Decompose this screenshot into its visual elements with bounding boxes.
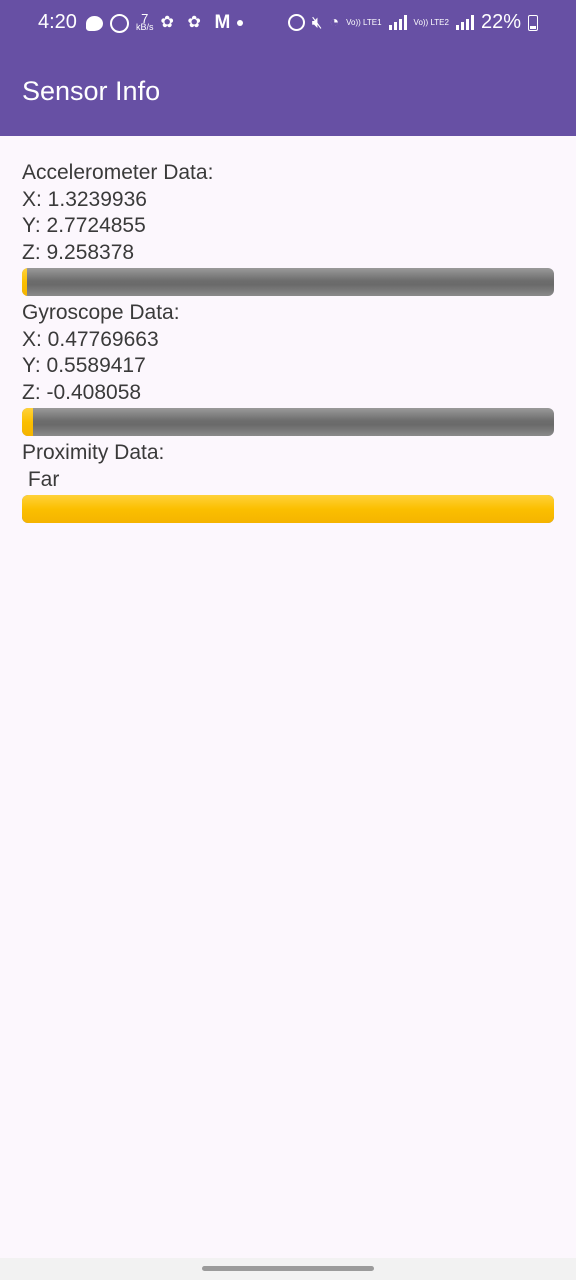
app-notification-icon-2: ✿ [187,14,201,31]
gyroscope-z: Z: -0.408058 [22,380,142,404]
app-notification-icon: ✿ [160,14,174,31]
accelerometer-progress-bar [22,268,554,296]
status-bar: 4:20 7 kB/s ✿ ✿ M 🔇︎ ◔ Vo)) LTE1 Vo)) LTE… [0,0,576,48]
gmail-icon: M [214,12,231,33]
gyroscope-heading: Gyroscope Data: [22,301,180,324]
page-title: Sensor Info [22,76,161,106]
sim2-volte-label: Vo)) LTE2 [413,18,449,27]
proximity-progress-bar [22,495,554,523]
accelerometer-x: X: 1.3239936 [22,187,147,211]
sim1-volte-label: Vo)) LTE1 [346,18,382,27]
data-rate-indicator: 7 kB/s [136,12,154,32]
mute-icon: 🔇︎ [311,13,323,32]
status-time: 4:20 [38,11,77,33]
gyroscope-x: X: 0.47769663 [22,327,159,351]
proximity-progress-fill [22,495,554,523]
chat-bubble-icon [86,15,103,31]
battery-percent: 22% [480,11,521,33]
accelerometer-heading: Accelerometer Data: [22,161,214,184]
navigation-bar [0,1258,576,1280]
accelerometer-y: Y: 2.7724855 [22,214,146,237]
system-icons: 🔇︎ ◔ Vo)) LTE1 Vo)) LTE2 22% [287,11,538,34]
gyroscope-y: Y: 0.5589417 [22,354,146,377]
sensor-list: Accelerometer Data: X: 1.3239936 Y: 2.77… [22,160,554,527]
alarm-icon [287,14,305,31]
sim1-signal-icon [388,15,407,30]
gyroscope-progress-fill [22,408,33,436]
proximity-heading: Proximity Data: [22,441,165,464]
battery-icon [528,14,538,31]
accelerometer-z: Z: 9.258378 [22,240,135,264]
wifi-icon: ◔ [329,13,340,31]
home-gesture-handle[interactable] [202,1266,374,1271]
gyroscope-progress-bar [22,408,554,436]
sim2-signal-icon [455,15,474,30]
more-notifications-dot-icon [237,20,244,26]
proximity-value: Far [22,467,60,491]
notification-icons: 7 kB/s ✿ ✿ M [86,12,244,34]
data-rate-unit: kB/s [136,22,154,32]
accelerometer-progress-fill [22,268,28,296]
whatsapp-icon [110,13,129,33]
